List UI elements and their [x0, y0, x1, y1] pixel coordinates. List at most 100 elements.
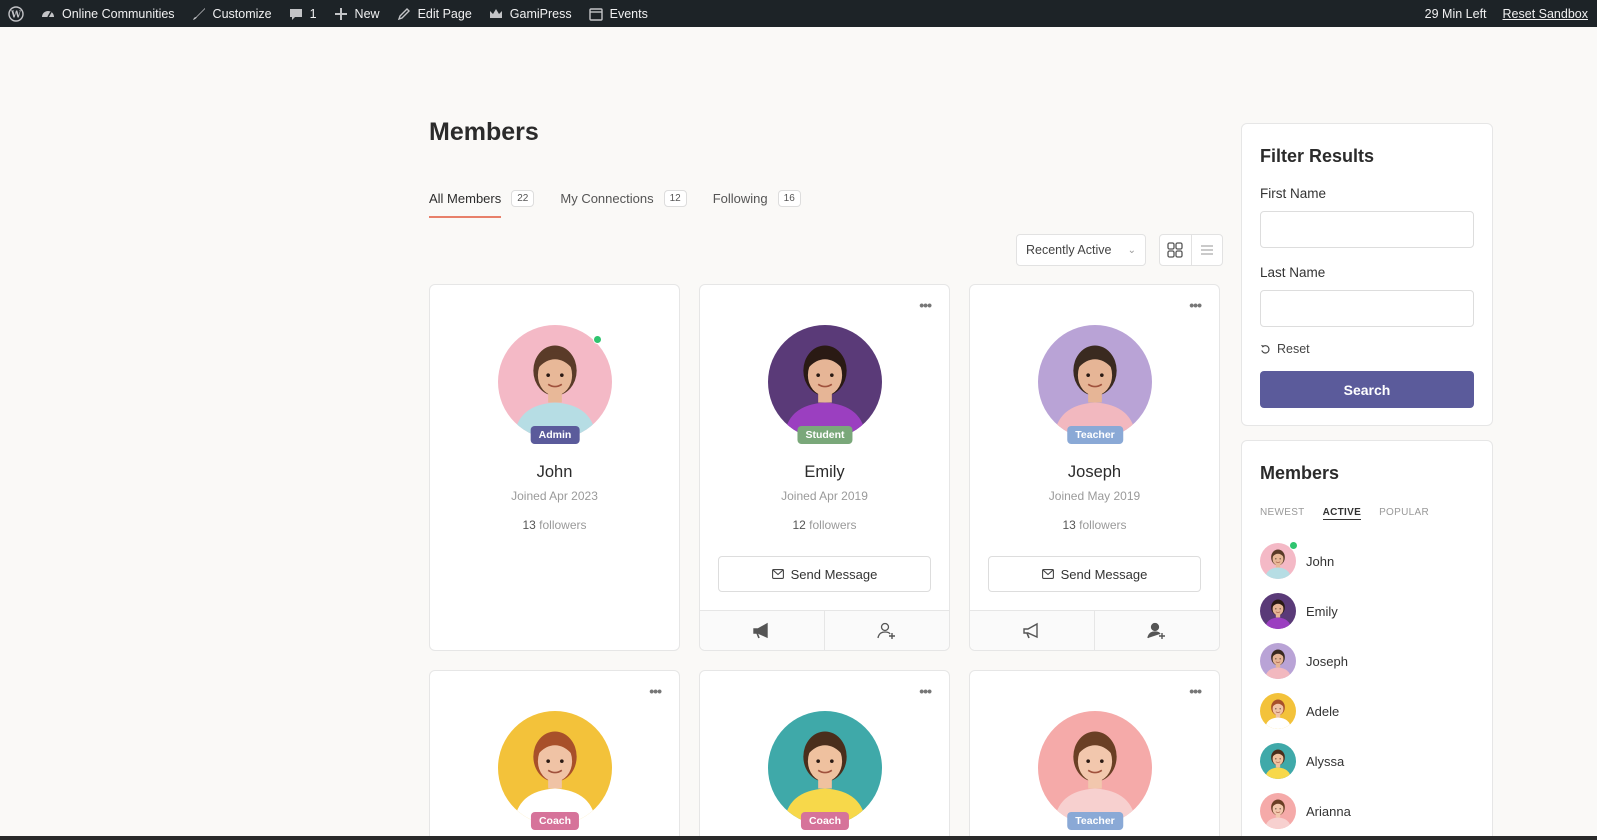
connect-button[interactable] — [825, 611, 949, 650]
member-name[interactable]: Emily — [700, 463, 949, 482]
avatar-wrap — [1260, 541, 1298, 579]
more-options-icon[interactable]: ••• — [649, 683, 662, 699]
tab-active[interactable]: ACTIVE — [1322, 507, 1362, 520]
tab-label: My Connections — [560, 190, 654, 206]
admin-bar: W Online Communities Customize 1 New Edi… — [0, 0, 1597, 27]
role-badge: Teacher — [1067, 812, 1123, 830]
member-card: ••• Coach — [429, 670, 680, 840]
site-name-link[interactable]: Online Communities — [32, 0, 183, 27]
last-name-field[interactable] — [1260, 290, 1474, 327]
followers-count: 12 followers — [700, 518, 949, 532]
avatar[interactable] — [1038, 711, 1152, 825]
follow-button[interactable] — [700, 611, 825, 650]
member-name[interactable]: Emily — [1306, 604, 1338, 619]
reset-sandbox-link[interactable]: Reset Sandbox — [1495, 0, 1597, 27]
last-name-label: Last Name — [1260, 265, 1326, 280]
avatar[interactable] — [768, 711, 882, 825]
followers-number: 13 — [1062, 518, 1076, 532]
tab-following[interactable]: Following 16 — [713, 183, 801, 213]
more-options-icon[interactable]: ••• — [919, 683, 932, 699]
tab-all-members[interactable]: All Members 22 — [429, 183, 535, 218]
avatar-wrap: Student — [768, 325, 882, 444]
calendar-icon — [588, 6, 604, 22]
tab-label: All Members — [429, 190, 502, 206]
member-name[interactable]: Alyssa — [1306, 754, 1344, 769]
avatar[interactable] — [498, 711, 612, 825]
role-badge: Student — [797, 426, 853, 444]
avatar-wrap: Teacher — [1038, 711, 1152, 830]
first-name-field[interactable] — [1260, 211, 1474, 248]
followers-count: 13 followers — [970, 518, 1219, 532]
list-item[interactable]: Adele — [1260, 686, 1351, 736]
avatar[interactable] — [1038, 325, 1152, 439]
avatar[interactable] — [1260, 643, 1296, 679]
customize-link[interactable]: Customize — [183, 0, 280, 27]
avatar[interactable] — [1260, 793, 1296, 829]
customize-label: Customize — [212, 6, 272, 21]
member-card: ••• Student Emily Joined Apr 2019 12 followe… — [699, 284, 950, 651]
send-message-button[interactable]: Send Message — [718, 556, 931, 592]
wordpress-icon: W — [8, 5, 24, 22]
reset-icon — [1260, 344, 1270, 354]
avatar[interactable] — [1260, 743, 1296, 779]
member-name[interactable]: John — [1306, 554, 1334, 569]
joined-date: Joined Apr 2019 — [781, 489, 868, 503]
more-options-icon[interactable]: ••• — [919, 297, 932, 313]
filter-title: Filter Results — [1260, 146, 1375, 166]
more-options-icon[interactable]: ••• — [1189, 297, 1202, 313]
member-card: Admin John Joined Apr 2023 13 followers — [429, 284, 680, 651]
wordpress-menu[interactable]: W — [0, 0, 32, 27]
dashboard-icon — [40, 6, 56, 22]
avatar[interactable] — [768, 325, 882, 439]
list-item[interactable]: John — [1260, 536, 1351, 586]
joined-date: Joined Apr 2023 — [511, 489, 598, 503]
member-name[interactable]: Arianna — [1306, 804, 1351, 819]
gamipress-link[interactable]: GamiPress — [480, 0, 580, 27]
member-name[interactable]: John — [430, 463, 679, 482]
first-name-label: First Name — [1260, 186, 1327, 201]
grid-view-button[interactable] — [1160, 235, 1192, 265]
new-content-link[interactable]: New — [325, 0, 388, 27]
list-item[interactable]: Alyssa — [1260, 736, 1351, 786]
avatar-wrap: Coach — [498, 711, 612, 830]
reset-link[interactable]: Reset — [1260, 342, 1310, 356]
avatar-wrap — [1260, 593, 1296, 629]
add-user-icon — [1147, 622, 1165, 639]
card-actions — [700, 610, 949, 650]
list-item[interactable]: Emily — [1260, 586, 1351, 636]
sort-select[interactable]: Recently Active ⌄ — [1016, 234, 1146, 266]
tab-my-connections[interactable]: My Connections 12 — [560, 183, 687, 213]
avatar-wrap: Coach — [768, 711, 882, 830]
connect-button[interactable] — [1095, 611, 1219, 650]
member-name[interactable]: Joseph — [970, 463, 1219, 482]
list-item[interactable]: Arianna — [1260, 786, 1351, 836]
member-card: ••• Teacher Joseph Joined May 2019 13 follow… — [969, 284, 1220, 651]
crown-icon — [488, 6, 504, 22]
avatar[interactable] — [1260, 693, 1296, 729]
comments-link[interactable]: 1 — [280, 0, 325, 27]
list-view-button[interactable] — [1192, 235, 1223, 265]
avatar[interactable] — [1260, 593, 1296, 629]
followers-label: followers — [539, 518, 587, 532]
send-message-label: Send Message — [1060, 566, 1148, 582]
follow-button[interactable] — [970, 611, 1095, 650]
count-badge: 12 — [663, 189, 687, 207]
members-widget-title: Members — [1260, 463, 1340, 483]
new-label: New — [354, 6, 380, 21]
online-status-dot — [1289, 541, 1298, 550]
card-actions — [970, 610, 1219, 650]
grid-icon — [1167, 242, 1183, 258]
member-name[interactable]: Adele — [1306, 704, 1339, 719]
member-name[interactable]: Joseph — [1306, 654, 1348, 669]
more-options-icon[interactable]: ••• — [1189, 683, 1202, 699]
search-button[interactable]: Search — [1260, 371, 1474, 408]
plus-icon — [333, 6, 349, 22]
tab-newest[interactable]: NEWEST — [1260, 507, 1305, 520]
bottom-scrollbar — [0, 836, 1597, 840]
list-item[interactable]: Joseph — [1260, 636, 1351, 686]
events-link[interactable]: Events — [580, 0, 656, 27]
edit-page-link[interactable]: Edit Page — [388, 0, 480, 27]
tab-popular[interactable]: POPULAR — [1379, 507, 1429, 520]
send-message-button[interactable]: Send Message — [988, 556, 1201, 592]
followers-label: followers — [1079, 518, 1127, 532]
